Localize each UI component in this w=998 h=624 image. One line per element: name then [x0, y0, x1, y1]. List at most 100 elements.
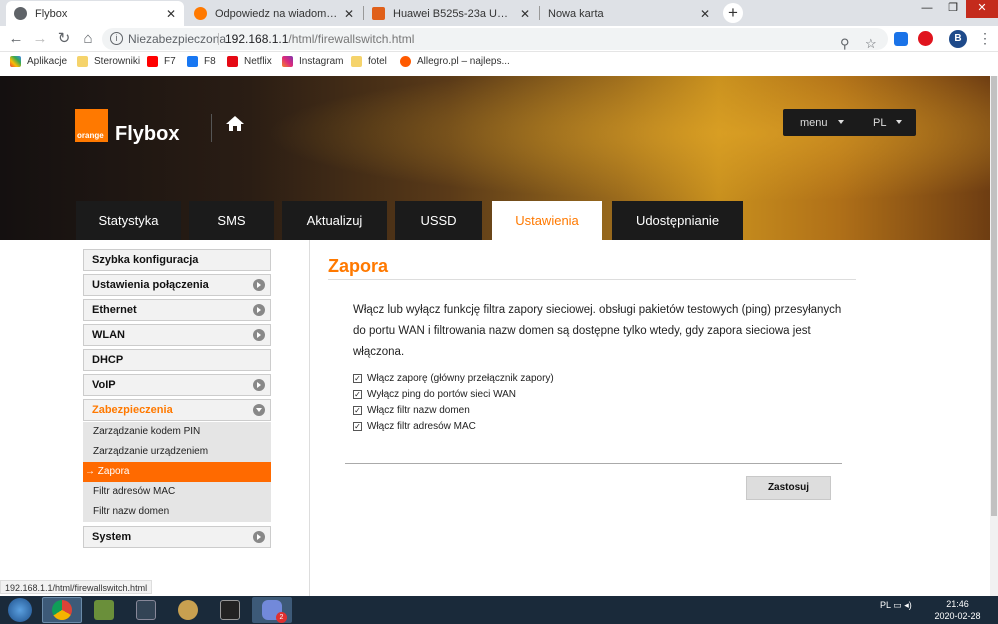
tab-ustawienia[interactable]: Ustawienia — [492, 201, 602, 240]
tab-sms[interactable]: SMS — [189, 201, 274, 240]
tab-flybox[interactable]: Flybox ✕ — [6, 1, 184, 26]
taskbar-minecraft[interactable] — [84, 597, 124, 623]
taskbar-epic[interactable] — [210, 597, 250, 623]
minimize-button[interactable]: — — [914, 0, 940, 18]
tab-udostepnianie[interactable]: Udostępnianie — [612, 201, 743, 240]
discord-icon: 2 — [262, 600, 287, 623]
orange-logo: orange — [75, 109, 108, 142]
tab-title: Nowa karta — [548, 7, 604, 20]
tab-title: Huawei B525s-23a UPnP Setting — [393, 7, 514, 20]
browser-menu-icon[interactable]: ⋮ — [978, 30, 992, 47]
forward-icon[interactable]: → — [31, 30, 49, 48]
reload-icon[interactable]: ↻ — [55, 30, 73, 48]
bookmark-f7[interactable]: F7 — [147, 56, 176, 67]
back-icon[interactable]: ← — [7, 30, 25, 48]
status-url: 192.168.1.1/html/firewallswitch.html — [0, 580, 153, 594]
adblock-icon[interactable] — [918, 31, 933, 46]
close-window-button[interactable]: ✕ — [966, 0, 998, 18]
tab-odpowiedz[interactable]: Odpowiedz na wiadomość - Nas ✕ — [186, 1, 362, 26]
notification-badge: 2 — [276, 612, 287, 623]
close-tab-icon[interactable]: ✕ — [700, 7, 710, 21]
header-dropdowns: menu PL — [783, 109, 916, 136]
tab-ussd[interactable]: USSD — [395, 201, 482, 240]
bookmark-f8[interactable]: F8 — [187, 56, 216, 67]
clock[interactable]: 21:46 2020-02-28 — [930, 598, 985, 622]
submenu-item-domain-filter[interactable]: Filtr nazw domen — [83, 502, 271, 522]
submenu-item-mac-filter[interactable]: Filtr adresów MAC — [83, 482, 271, 502]
bookmark-instagram[interactable]: Instagram — [282, 56, 343, 67]
bookmark-sterowniki[interactable]: Sterowniki — [77, 56, 140, 67]
chevron-right-icon — [253, 329, 265, 341]
checkmark-icon[interactable]: ✓ — [353, 406, 362, 415]
facebook-icon — [187, 56, 198, 67]
system-tray[interactable]: PL ▭ ◂) — [880, 600, 912, 611]
sidebar-item-ethernet[interactable]: Ethernet — [83, 299, 271, 321]
bookmark-apps[interactable]: Aplikacje — [10, 56, 67, 67]
sidebar-item-dhcp[interactable]: DHCP — [83, 349, 271, 371]
submenu-item-zapora[interactable]: → Zapora — [83, 462, 271, 482]
close-tab-icon[interactable]: ✕ — [520, 7, 530, 21]
epic-games-icon — [220, 600, 240, 620]
apply-button[interactable]: Zastosuj — [746, 476, 831, 500]
checkbox-enable-mac-filter[interactable]: ✓ Włącz filtr adresów MAC — [353, 421, 476, 432]
volume-icon[interactable]: ◂) — [904, 600, 912, 610]
checkmark-icon[interactable]: ✓ — [353, 390, 362, 399]
sidebar-item-wlan[interactable]: WLAN — [83, 324, 271, 346]
battery-icon[interactable]: ▭ — [893, 600, 902, 610]
close-tab-icon[interactable]: ✕ — [166, 7, 176, 21]
clock-date: 2020-02-28 — [934, 611, 981, 621]
apps-grid-icon — [10, 56, 21, 67]
tab-aktualizuj[interactable]: Aktualizuj — [282, 201, 387, 240]
home-icon[interactable]: ⌂ — [79, 30, 97, 48]
url-path: /html/firewallswitch.html — [288, 32, 415, 46]
address-toolbar: ← → ↻ ⌂ i Niezabezpieczona 192.168.1.1/h… — [0, 26, 998, 52]
checkmark-icon[interactable]: ✓ — [353, 422, 362, 431]
checkbox-disable-wan-ping[interactable]: ✓ Wyłącz ping do portów sieci WAN — [353, 389, 516, 400]
checkbox-enable-domain-filter[interactable]: ✓ Włącz filtr nazw domen — [353, 405, 470, 416]
taskbar-gta[interactable] — [126, 597, 166, 623]
sidebar-item-voip[interactable]: VoIP — [83, 374, 271, 396]
taskbar-discord[interactable]: 2 — [252, 597, 292, 623]
bookmark-allegro[interactable]: Allegro.pl – najleps... — [400, 56, 510, 67]
browser-tab-strip: Flybox ✕ Odpowiedz na wiadomość - Nas ✕ … — [0, 0, 998, 26]
submenu-item-device[interactable]: Zarządzanie urządzeniem — [83, 442, 271, 462]
forum-favicon-icon — [194, 7, 207, 20]
language-dropdown[interactable]: PL — [873, 117, 903, 129]
chevron-right-icon — [253, 531, 265, 543]
checkbox-enable-firewall[interactable]: ✓ Włącz zaporę (główny przełącznik zapory… — [353, 373, 554, 384]
chevron-down-icon — [253, 404, 265, 416]
scrollbar-thumb[interactable] — [991, 76, 997, 516]
chrome-icon — [52, 600, 72, 620]
submenu-item-pin[interactable]: Zarządzanie kodem PIN — [83, 422, 271, 442]
page-title: Zapora — [328, 256, 389, 276]
taskbar-chrome[interactable] — [42, 597, 82, 623]
home-icon[interactable] — [225, 114, 245, 134]
sidebar-item-system[interactable]: System — [83, 526, 271, 548]
tab-huawei[interactable]: Huawei B525s-23a UPnP Setting ✕ — [364, 1, 538, 26]
close-tab-icon[interactable]: ✕ — [344, 7, 354, 21]
menu-dropdown[interactable]: menu — [800, 117, 844, 129]
tab-nowa-karta[interactable]: Nowa karta ✕ — [540, 1, 718, 26]
maximize-button[interactable]: ❐ — [940, 0, 966, 18]
windows-start-icon[interactable] — [8, 598, 32, 622]
sidebar-item-zabezpieczenia[interactable]: Zabezpieczenia — [83, 399, 271, 421]
bookmark-label: Instagram — [299, 56, 344, 67]
windows-taskbar: 2 PL ▭ ◂) 21:46 2020-02-28 — [0, 596, 998, 624]
checkmark-icon[interactable]: ✓ — [353, 374, 362, 383]
info-icon[interactable]: i — [110, 32, 123, 45]
globe-icon — [14, 7, 27, 20]
tab-title: Flybox — [35, 7, 68, 20]
profile-avatar[interactable]: B — [949, 30, 967, 48]
extension-icon[interactable] — [894, 32, 908, 46]
taskbar-league[interactable] — [168, 597, 208, 623]
sidebar-item-szybka-konfiguracja[interactable]: Szybka konfiguracja — [83, 249, 271, 271]
tab-title: Odpowiedz na wiadomość - Nas — [215, 7, 338, 20]
bookmarks-bar: Aplikacje Sterowniki F7 F8 Netflix Insta… — [0, 52, 998, 74]
tab-statystyka[interactable]: Statystyka — [76, 201, 181, 240]
language-indicator[interactable]: PL — [880, 600, 891, 610]
bookmark-netflix[interactable]: Netflix — [227, 56, 272, 67]
url-bar[interactable]: i Niezabezpieczona 192.168.1.1/html/fire… — [102, 28, 888, 51]
bookmark-fotel[interactable]: fotel — [351, 56, 387, 67]
new-tab-button[interactable]: + — [723, 3, 743, 23]
sidebar-item-ustawienia-polaczenia[interactable]: Ustawienia połączenia — [83, 274, 271, 296]
